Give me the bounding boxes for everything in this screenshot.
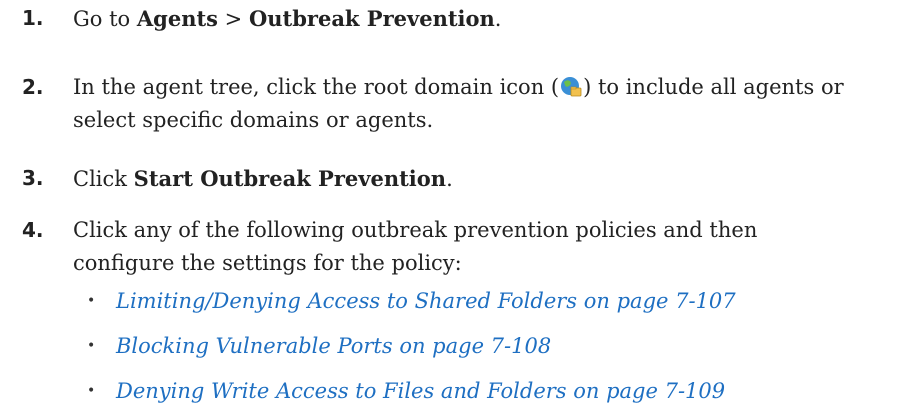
step-number: 3. — [22, 166, 44, 190]
step-number: 1. — [22, 6, 44, 30]
start-outbreak-prevention-label: Start Outbreak Prevention — [133, 166, 447, 191]
link-blocking-vulnerable-ports[interactable]: Blocking Vulnerable Ports on page 7-108 — [116, 330, 551, 363]
bullet: • — [87, 293, 96, 309]
link-limiting-denying-access[interactable]: Limiting/Denying Access to Shared Folder… — [116, 285, 736, 318]
step-text: Go to Agents > Outbreak Prevention. — [73, 6, 502, 31]
step-text: In the agent tree, click the root domain… — [73, 75, 844, 132]
root-domain-icon — [561, 77, 582, 97]
step-text: Click any of the following outbreak prev… — [73, 218, 758, 275]
menu-agents: Agents — [136, 6, 218, 31]
link-denying-write-access[interactable]: Denying Write Access to Files and Folder… — [116, 375, 725, 408]
bullet: • — [87, 383, 96, 399]
step-number: 4. — [22, 218, 44, 242]
bullet: • — [87, 338, 96, 354]
step-number: 2. — [22, 75, 44, 99]
menu-outbreak-prevention: Outbreak Prevention — [248, 6, 495, 31]
procedure-steps: 1. Go to Agents > Outbreak Prevention. 2… — [0, 0, 915, 417]
step-text: Click Start Outbreak Prevention. — [73, 166, 453, 191]
